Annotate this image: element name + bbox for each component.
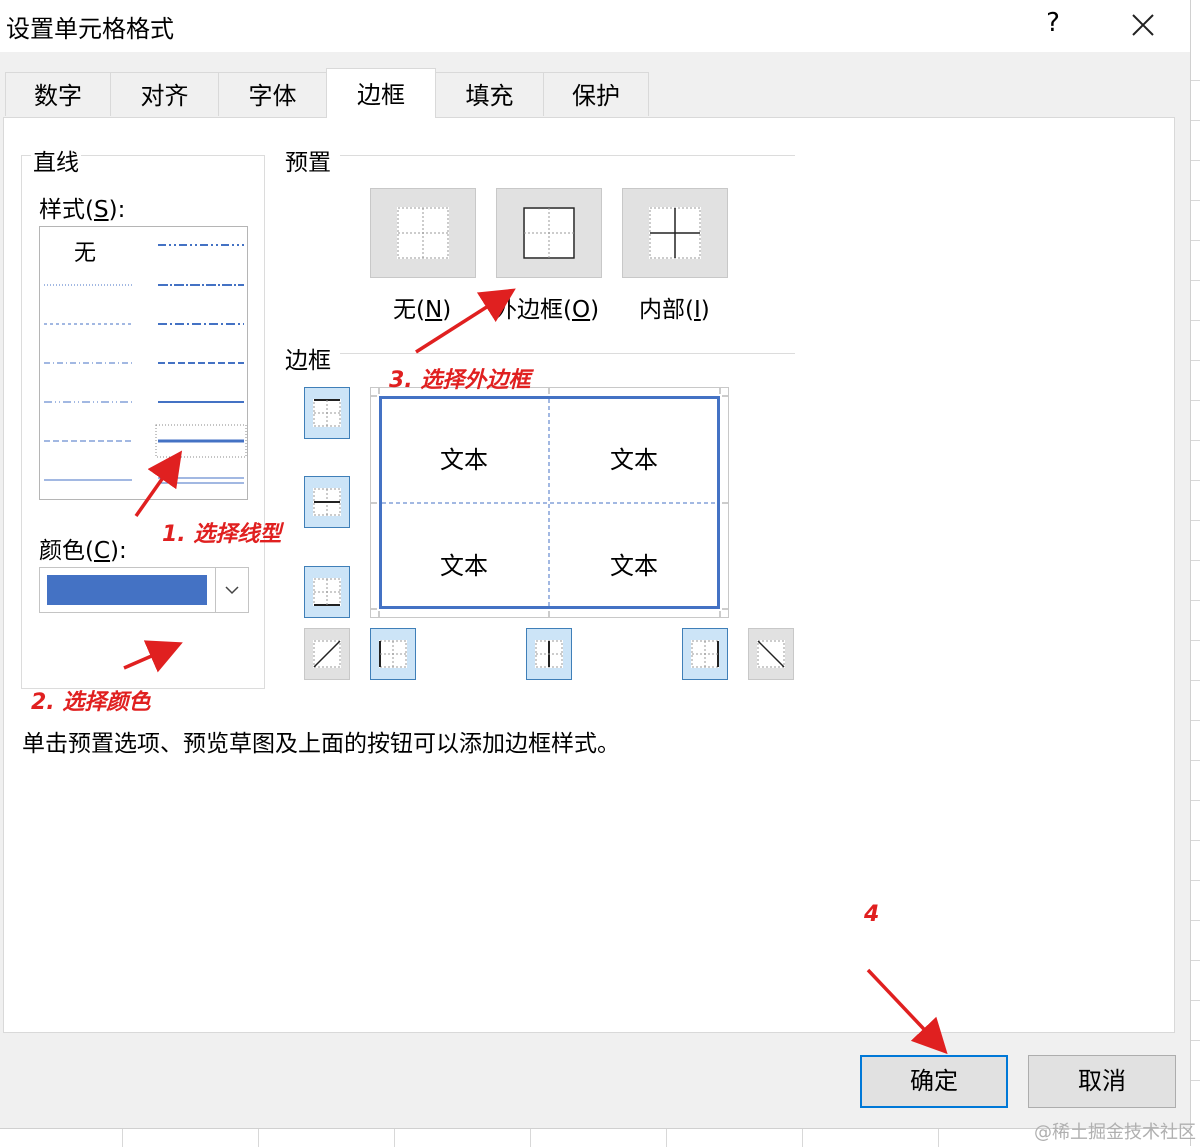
style-label: 样式(S): <box>39 197 126 223</box>
border-bottom-icon <box>313 578 341 606</box>
border-right-icon <box>691 640 719 668</box>
dialog-title: 设置单元格格式 <box>6 15 174 43</box>
preset-inside-label: 内部(I) <box>639 297 710 323</box>
no-border-icon <box>397 207 449 259</box>
border-inside-horizontal-icon <box>313 488 341 516</box>
annotation-step4: 4 <box>864 902 880 927</box>
line-style-list[interactable]: 无 <box>39 226 248 500</box>
presets-title: 预置 <box>283 143 333 177</box>
tab-alignment[interactable]: 对齐 <box>110 72 219 116</box>
tab-number[interactable]: 数字 <box>5 72 111 116</box>
watermark: @稀土掘金技术社区 <box>1034 1122 1196 1143</box>
border-inside-horizontal-button[interactable] <box>304 476 350 528</box>
line-style-options[interactable] <box>40 227 247 499</box>
preview-cell-text: 文本 <box>610 446 658 474</box>
border-title: 边框 <box>283 341 333 375</box>
chevron-down-icon <box>225 586 239 595</box>
preset-none-label: 无(N) <box>393 297 452 323</box>
diagonal-down-icon <box>757 640 785 668</box>
annotation-step3: 3. 选择外边框 <box>389 368 531 393</box>
border-left-button[interactable] <box>370 628 416 680</box>
border-diagonal-down-button[interactable] <box>748 628 794 680</box>
title-bar <box>0 0 1190 52</box>
tab-border[interactable]: 边框 <box>326 68 436 118</box>
presets-divider <box>340 155 795 156</box>
tab-protection[interactable]: 保护 <box>543 72 649 116</box>
border-bottom-button[interactable] <box>304 566 350 618</box>
spreadsheet-edge <box>1190 0 1200 1146</box>
preview-cell-text: 文本 <box>610 552 658 580</box>
help-button[interactable]: ? <box>1038 8 1068 42</box>
border-inside-vertical-icon <box>535 640 563 668</box>
border-diagonal-up-button[interactable] <box>304 628 350 680</box>
border-left-icon <box>379 640 407 668</box>
inside-border-icon <box>649 207 701 259</box>
spreadsheet-grid-remnant <box>0 1128 1190 1147</box>
close-button[interactable] <box>1120 4 1164 46</box>
diagonal-up-icon <box>313 640 341 668</box>
ok-button[interactable]: 确定 <box>860 1055 1008 1108</box>
color-dropdown[interactable] <box>39 567 249 613</box>
border-divider <box>340 353 795 354</box>
border-top-button[interactable] <box>304 387 350 439</box>
dropdown-arrow[interactable] <box>215 568 248 612</box>
preview-cell-text: 文本 <box>440 552 488 580</box>
tab-font[interactable]: 字体 <box>218 72 327 116</box>
tab-fill[interactable]: 填充 <box>435 72 544 116</box>
border-top-icon <box>313 399 341 427</box>
color-swatch <box>47 575 207 605</box>
preview-cell-text: 文本 <box>440 446 488 474</box>
close-icon <box>1132 14 1154 36</box>
annotation-step1: 1. 选择线型 <box>162 522 282 547</box>
preset-inside-button[interactable] <box>622 188 728 278</box>
cancel-button[interactable]: 取消 <box>1028 1055 1176 1108</box>
border-right-button[interactable] <box>682 628 728 680</box>
line-group-title: 直线 <box>31 143 81 177</box>
hint-text: 单击预置选项、预览草图及上面的按钮可以添加边框样式。 <box>22 731 620 757</box>
border-preview[interactable]: 文本 文本 文本 文本 <box>370 387 729 618</box>
border-inside-vertical-button[interactable] <box>526 628 572 680</box>
outline-border-icon <box>523 207 575 259</box>
preset-outline-button[interactable] <box>496 188 602 278</box>
color-label: 颜色(C): <box>39 538 127 564</box>
preset-none-button[interactable] <box>370 188 476 278</box>
annotation-step2: 2. 选择颜色 <box>31 690 151 715</box>
preset-outline-label: 外边框(O) <box>494 297 600 323</box>
preview-inner-lines <box>382 399 717 606</box>
